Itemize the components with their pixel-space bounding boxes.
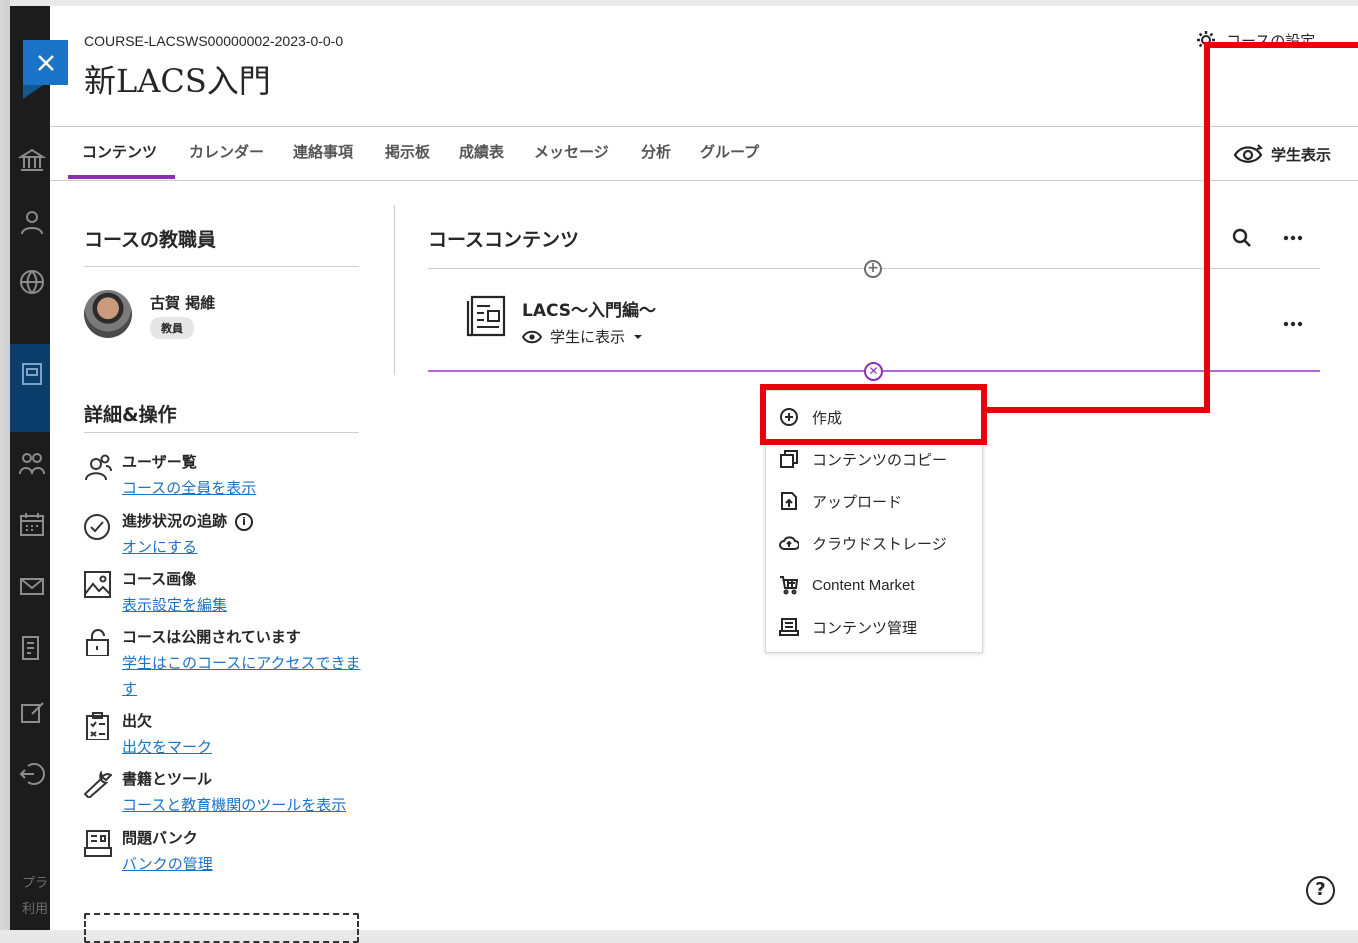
help-button[interactable]: ? [1306,876,1335,905]
organizations-icon[interactable] [18,450,46,478]
mail-icon[interactable] [18,572,46,600]
upload-icon [779,491,799,511]
menu-item-label: アップロード [812,492,903,511]
tab-analytics[interactable]: 分析 [641,141,671,162]
base-nav-footer-terms[interactable]: 利用 [22,898,50,917]
tab-groups[interactable]: グループ [700,141,759,162]
menu-item-label: Content Market [812,576,915,594]
base-nav-footer-privacy[interactable]: プラ [22,872,50,891]
users-icon [84,453,112,481]
content-item-title[interactable]: LACS〜入門編〜 [522,296,656,321]
base-navigation: プラ 利用 [10,6,50,930]
detail-title: 問題バンク [122,829,198,847]
highlight-box [760,384,987,445]
progress-title-text: 進捗状況の追跡 [122,512,228,530]
cart-icon [779,575,799,595]
item-more-options-button[interactable] [1283,314,1303,338]
institution-icon[interactable] [17,146,47,174]
add-content-top-button[interactable]: + [864,260,882,278]
dashed-action-box[interactable] [84,913,359,943]
detail-title: コース画像 [122,570,197,588]
avatar[interactable] [84,290,132,338]
details-heading: 詳細&操作 [84,404,177,426]
detail-link-course-image[interactable]: 表示設定を編集 [122,592,362,618]
content-manage-icon [779,617,799,637]
menu-item-content-market[interactable]: Content Market [766,564,984,606]
student-view-label: 学生表示 [1270,145,1331,164]
detail-link-progress[interactable]: オンにする [122,534,362,560]
close-course-button[interactable] [23,40,68,99]
image-icon [84,570,112,598]
highlight-connector-top [1204,42,1358,48]
tools-icon[interactable] [18,698,46,726]
detail-link-roster[interactable]: コースの全員を表示 [122,475,362,501]
detail-link-question-banks[interactable]: バンクの管理 [122,851,362,877]
search-icon [1232,228,1251,247]
menu-item-label: クラウドストレージ [812,534,947,553]
role-badge: 教員 [150,317,194,339]
detail-title: ユーザー覧 [122,453,197,471]
course-id: COURSE-LACSWS00000002-2023-0-0-0 [84,33,344,49]
detail-title: コースは公開されています [122,628,301,646]
menu-item-label: コンテンツのコピー [812,450,948,469]
visibility-label: 学生に表示 [550,328,626,346]
detail-link-books-tools[interactable]: コースと教育機関のツールを表示 [122,792,362,818]
more-options-icon [1283,321,1303,327]
unlock-icon [84,628,112,657]
active-tab-indicator [68,175,175,179]
menu-item-label: コンテンツ管理 [812,618,918,637]
window-edge [0,0,10,930]
close-insert-menu-button[interactable]: ✕ [864,362,883,381]
app-frame: プラ 利用 COURSE-LACSWS00000002-2023-0-0-0 新… [0,0,1358,943]
faculty-heading: コースの教職員 [84,229,217,251]
course-tabs: コンテンツ カレンダー 連絡事項 掲示板 成績表 メッセージ 分析 グループ 学… [50,126,1358,181]
wrench-icon [83,770,113,800]
sign-out-icon[interactable] [18,760,46,788]
copy-icon [779,449,799,469]
visibility-dropdown[interactable]: 学生に表示 [522,326,643,347]
clipboard-icon [84,712,112,741]
highlight-connector-horizontal [984,407,1210,413]
caret-down-icon [634,334,643,339]
detail-link-availability[interactable]: 学生はこのコースにアクセスできます [122,650,362,702]
tab-messages[interactable]: メッセージ [534,141,609,162]
content-more-options-button[interactable] [1283,228,1303,252]
menu-item-cloud-storage[interactable]: クラウドストレージ [766,522,984,564]
cloud-icon [779,533,800,553]
more-options-icon [1283,235,1303,241]
profile-icon[interactable] [18,208,46,236]
globe-icon[interactable] [18,268,46,296]
details-divider [84,432,359,433]
question-bank-icon [84,829,112,857]
student-view-button[interactable]: 学生表示 [1233,143,1331,165]
detail-link-attendance[interactable]: 出欠をマーク [122,734,362,760]
tab-calendar[interactable]: カレンダー [189,141,264,162]
column-divider [394,205,395,375]
tab-discussions[interactable]: 掲示板 [385,141,430,162]
grades-icon[interactable] [18,634,46,662]
detail-title: 書籍とツール [122,770,213,788]
calendar-icon[interactable] [18,510,46,538]
course-content-heading: コースコンテンツ [428,229,580,251]
eye-icon [522,330,542,343]
close-icon [37,54,54,71]
student-preview-icon [1233,144,1263,163]
course-title: 新LACS入門 [84,62,271,100]
search-button[interactable] [1232,228,1252,252]
tab-announcements[interactable]: 連絡事項 [293,141,353,162]
highlight-connector-vertical [1204,42,1210,413]
teacher-name[interactable]: 古賀 掲維 [150,292,215,313]
menu-item-upload[interactable]: アップロード [766,480,984,522]
tab-content[interactable]: コンテンツ [82,141,157,162]
menu-item-content-management[interactable]: コンテンツ管理 [766,606,984,648]
help-icon: ? [1315,879,1326,900]
detail-title: 進捗状況の追跡 i [122,510,254,531]
courses-icon[interactable] [18,360,46,388]
document-icon [466,295,506,337]
faculty-divider [84,266,359,267]
check-circle-icon [84,512,112,540]
detail-title: 出欠 [122,712,153,730]
tab-gradebook[interactable]: 成績表 [459,141,504,162]
info-icon[interactable]: i [235,512,254,531]
